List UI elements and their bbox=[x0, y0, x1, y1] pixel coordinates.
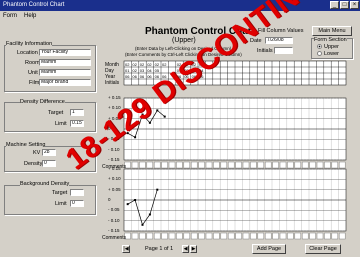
upper-comment-box bbox=[176, 161, 183, 169]
upper-tick-label: + 0.15 bbox=[108, 95, 121, 100]
lower-comment-box bbox=[331, 232, 339, 240]
lower-comment-box bbox=[287, 232, 294, 240]
table-cell: 05 bbox=[155, 68, 160, 73]
table-cell: 03 bbox=[140, 68, 145, 73]
lower-tick-label: + 0.05 bbox=[108, 186, 121, 192]
upper-comment-box bbox=[220, 161, 228, 169]
lower-comment-box bbox=[131, 232, 139, 240]
upper-comment-box bbox=[338, 161, 346, 169]
add-page-button[interactable]: Add Page bbox=[252, 244, 286, 254]
lower-comment-box bbox=[301, 232, 309, 240]
lower-comment-box bbox=[190, 232, 198, 240]
lower-comment-box bbox=[139, 232, 146, 240]
lower-comment-box bbox=[161, 232, 168, 240]
upper-tick-label: - 0.15 bbox=[108, 157, 120, 162]
lower-comment-box bbox=[153, 232, 161, 240]
upper-comment-box bbox=[331, 161, 339, 169]
upper-comment-box bbox=[301, 161, 309, 169]
table-cell: 06 bbox=[125, 74, 130, 79]
upper-comment-box bbox=[324, 161, 331, 169]
next-page-button[interactable]: ▶ bbox=[190, 245, 197, 253]
upper-comment-box bbox=[316, 161, 324, 169]
lower-comment-box bbox=[264, 232, 272, 240]
upper-comment-box bbox=[309, 161, 316, 169]
lower-data-point bbox=[141, 223, 144, 226]
table-cell: 02 bbox=[132, 68, 137, 73]
clear-page-button[interactable]: Clear Page bbox=[305, 244, 341, 254]
table-cell: 06 bbox=[140, 74, 145, 79]
table-cell: 02 bbox=[147, 62, 152, 67]
lower-comment-box bbox=[183, 232, 191, 240]
first-page-button[interactable]: |◀ bbox=[122, 245, 130, 253]
lower-data-point bbox=[126, 203, 129, 206]
lower-comments-label: Comments bbox=[102, 235, 127, 241]
lower-comment-box bbox=[257, 232, 265, 240]
table-cell: 01 bbox=[125, 68, 130, 73]
lower-tick-label: - 0.15 bbox=[108, 228, 120, 233]
lower-comment-box bbox=[316, 232, 324, 240]
lower-comment-box bbox=[176, 232, 183, 240]
upper-comment-box bbox=[205, 161, 213, 169]
upper-comment-box bbox=[294, 161, 302, 169]
lower-comment-box bbox=[146, 232, 154, 240]
upper-comment-box bbox=[198, 161, 205, 169]
table-cell: 06 bbox=[147, 74, 152, 79]
lower-comment-box bbox=[198, 232, 205, 240]
upper-comment-box bbox=[242, 161, 250, 169]
upper-comment-box bbox=[190, 161, 198, 169]
lower-tick-label: - 0.10 bbox=[108, 217, 120, 223]
table-cell: 06 bbox=[132, 74, 137, 79]
table-cell: 04 bbox=[147, 68, 152, 73]
lower-comment-box bbox=[227, 232, 235, 240]
lower-comment-box bbox=[213, 232, 220, 240]
lower-comment-box bbox=[324, 232, 331, 240]
page-indicator: Page 1 of 1 bbox=[145, 246, 174, 252]
prev-page-button[interactable]: ◀ bbox=[182, 245, 189, 253]
lower-comment-box bbox=[168, 232, 176, 240]
upper-data-point bbox=[163, 115, 166, 118]
lower-tick-label: + 0.10 bbox=[108, 176, 121, 182]
table-cell: 02 bbox=[132, 62, 137, 67]
lower-data-point bbox=[134, 199, 137, 201]
upper-comment-box bbox=[250, 161, 257, 169]
lower-comment-box bbox=[235, 232, 242, 240]
upper-comments-label: Comments bbox=[102, 164, 127, 170]
lower-comment-box bbox=[250, 232, 257, 240]
upper-comment-box bbox=[146, 161, 154, 169]
table-cell: 02 bbox=[140, 62, 145, 67]
lower-comment-box bbox=[272, 232, 279, 240]
lower-comment-box bbox=[205, 232, 213, 240]
lower-data-point bbox=[148, 213, 151, 216]
upper-data-point bbox=[134, 136, 137, 139]
upper-comment-box bbox=[227, 161, 235, 169]
upper-comment-box bbox=[257, 161, 265, 169]
upper-comment-box bbox=[279, 161, 287, 169]
lower-comment-box bbox=[220, 232, 228, 240]
lower-comment-box bbox=[242, 232, 250, 240]
table-cell: 02 bbox=[155, 62, 160, 67]
upper-comment-box bbox=[168, 161, 176, 169]
upper-comment-box bbox=[272, 161, 279, 169]
control-charts[interactable]: 02 02 02 02 02 02 02 02 02 0201 02 03 04 05 01 02 03 0406… bbox=[0, 0, 360, 257]
lower-tick-label: - 0.05 bbox=[108, 207, 120, 213]
upper-comment-box bbox=[235, 161, 242, 169]
lower-comment-box bbox=[294, 232, 302, 240]
lower-tick-label: 0 bbox=[108, 197, 111, 202]
app-window: Phantom Control Chart _ □ × Form Help Ph… bbox=[0, 0, 360, 257]
lower-data-point bbox=[156, 188, 159, 191]
lower-comment-box bbox=[279, 232, 287, 240]
lower-comment-box bbox=[338, 232, 346, 240]
table-cell: 02 bbox=[125, 62, 130, 67]
upper-comment-box bbox=[213, 161, 220, 169]
upper-comment-box bbox=[287, 161, 294, 169]
upper-comment-box bbox=[183, 161, 191, 169]
upper-comment-box bbox=[264, 161, 272, 169]
upper-comment-box bbox=[161, 161, 168, 169]
upper-comment-box bbox=[139, 161, 146, 169]
lower-comment-box bbox=[309, 232, 316, 240]
upper-comment-box bbox=[131, 161, 139, 169]
upper-comment-box bbox=[153, 161, 161, 169]
table-cell: 02 bbox=[162, 62, 167, 67]
